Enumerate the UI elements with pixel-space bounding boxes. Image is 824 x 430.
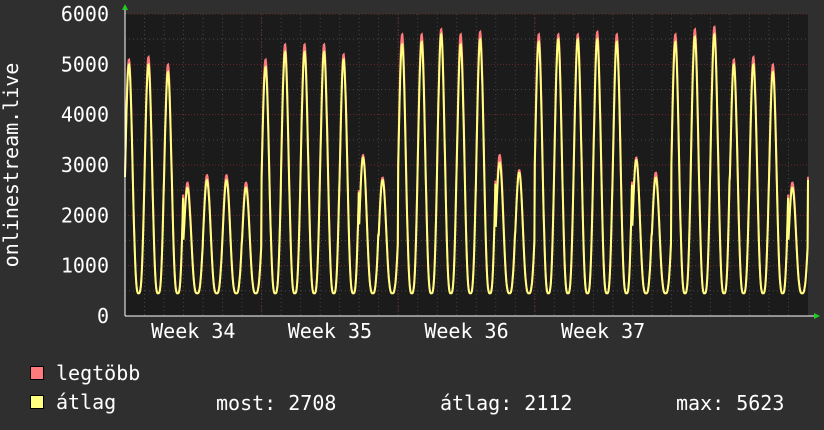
legend-label-max: legtöbb xyxy=(56,361,141,385)
legend-label-avg: átlag xyxy=(56,390,117,414)
legend-swatch-avg xyxy=(30,395,44,409)
y-axis-arrow xyxy=(122,4,128,10)
stat-max: max: 5623 xyxy=(676,391,785,415)
stat-avg: átlag: 2112 xyxy=(440,391,573,415)
chart-container: onlinestream.live 0 1000 2000 3000 4000 5000 6… xyxy=(0,0,824,430)
stat-now: most: 2708 xyxy=(216,391,337,415)
x-tick-label: Week 35 xyxy=(288,319,372,343)
legend-item-max: legtöbb xyxy=(30,361,141,385)
x-tick-label: Week 37 xyxy=(561,319,645,343)
legend-item-avg: átlag xyxy=(30,390,117,414)
y-tick-label: 6000 xyxy=(61,2,109,26)
y-tick-label: 0 xyxy=(97,304,109,328)
legend-swatch-max xyxy=(30,366,44,380)
y-tick-label: 4000 xyxy=(61,103,109,127)
y-tick-label: 5000 xyxy=(61,52,109,76)
y-tick-label: 2000 xyxy=(61,203,109,227)
x-tick-label: Week 36 xyxy=(424,319,508,343)
x-axis-arrow xyxy=(814,313,820,319)
chart-svg: onlinestream.live 0 1000 2000 3000 4000 5000 6… xyxy=(0,2,820,343)
y-tick-label: 1000 xyxy=(61,254,109,278)
y-axis-label: onlinestream.live xyxy=(0,63,23,268)
x-tick-label: Week 34 xyxy=(151,319,235,343)
y-tick-label: 3000 xyxy=(61,153,109,177)
